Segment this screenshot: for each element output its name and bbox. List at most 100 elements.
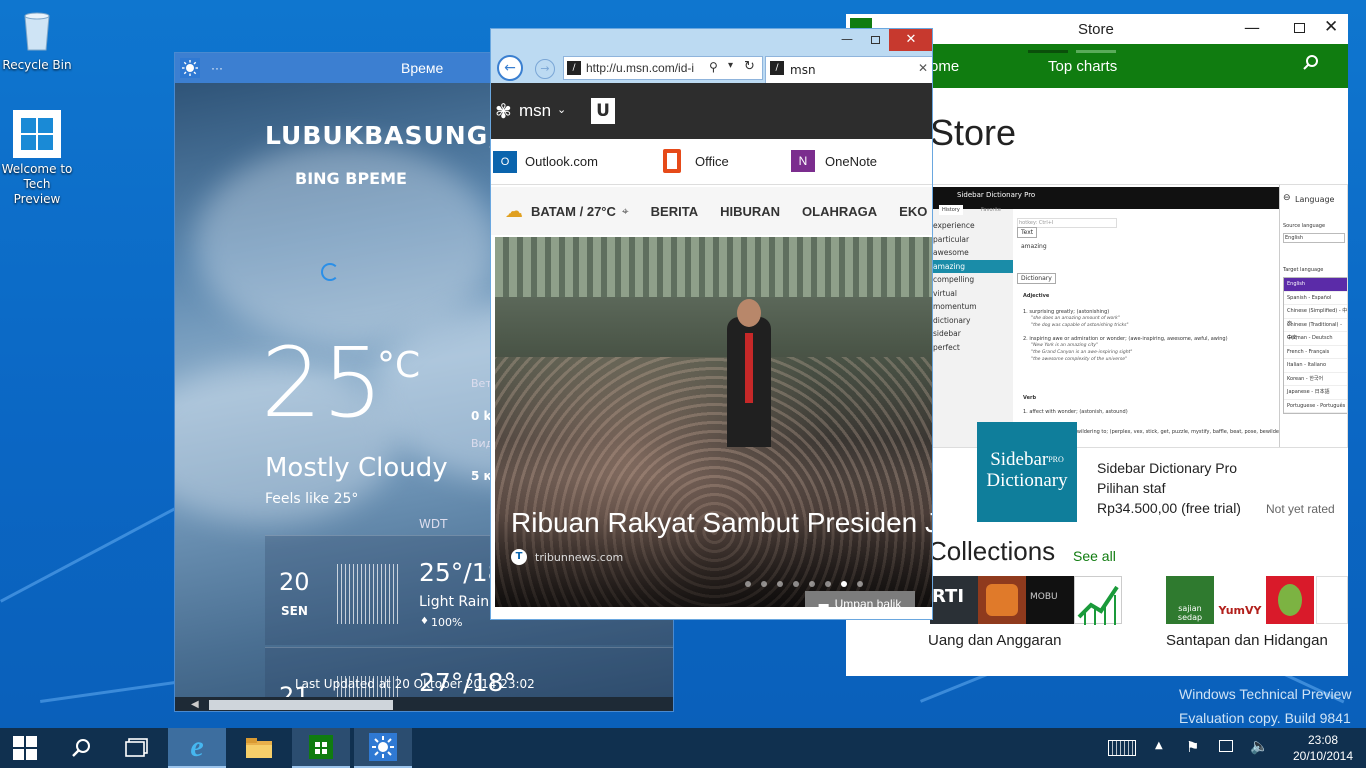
browser-toolbar: ← → / http://u.msn.com/id-i ⚲ ▾ ↻ / msn … [491, 53, 932, 83]
carousel-dot[interactable] [777, 581, 783, 587]
avocado-icon[interactable] [1266, 576, 1314, 624]
screenshot-verb: Verb [1023, 395, 1037, 401]
carousel-dot[interactable] [825, 581, 831, 587]
chart-icon[interactable] [1074, 576, 1122, 625]
task-view-button[interactable] [108, 728, 166, 768]
taskbar-explorer-button[interactable] [230, 728, 288, 768]
forward-button-icon[interactable]: → [535, 59, 555, 79]
feels-like: Feels like 25° [265, 491, 359, 507]
taskbar-weather-button[interactable] [354, 728, 412, 768]
browser-tab[interactable]: / msn ✕ [765, 56, 932, 83]
source-language-value: English [1283, 233, 1345, 243]
browser-window[interactable]: — ✕ ← → / http://u.msn.com/id-i ⚲ ▾ ↻ / … [490, 28, 933, 620]
forecast-weekday: SEN [281, 604, 308, 618]
feedback-button[interactable]: ▬ Umpan balik [805, 591, 915, 607]
tile-label: sajian sedap [1177, 604, 1203, 622]
quick-link-outlook[interactable]: Outlook.com [525, 154, 598, 169]
search-button[interactable] [52, 728, 110, 768]
wallet-icon[interactable] [978, 576, 1026, 624]
dropdown-icon[interactable]: ▾ [728, 60, 733, 71]
screenshot-word-item: momentum [933, 302, 977, 311]
timezone-label: WDT [419, 517, 448, 531]
nav-hiburan[interactable]: HIBURAN [720, 204, 780, 219]
msn-brand[interactable]: msn [519, 101, 551, 121]
collection-label[interactable]: Uang dan Anggaran [928, 632, 1061, 649]
taskbar-store-button[interactable] [292, 728, 350, 768]
carousel-dot[interactable] [793, 581, 799, 587]
network-icon[interactable] [1219, 740, 1233, 752]
carousel-dot[interactable] [761, 581, 767, 587]
tile-label: RTI [932, 586, 965, 607]
app-tile[interactable]: sajian sedap [1166, 576, 1214, 624]
tab-close-icon[interactable]: ✕ [918, 61, 928, 75]
screenshot-word-item: amazing [931, 259, 1013, 273]
forecast-desc: Light Rain [419, 594, 490, 610]
current-temperature: 25 [261, 327, 384, 439]
nav-olahraga[interactable]: OLAHRAGA [802, 204, 877, 219]
watermark-line-1: Windows Technical Preview [1179, 686, 1352, 702]
app-tile[interactable] [1316, 576, 1348, 624]
app-screenshot[interactable]: Sidebar Dictionary Pro History Favorite … [930, 184, 1348, 448]
nav-ekonomi[interactable]: EKO [899, 204, 927, 219]
carousel-dot[interactable] [809, 581, 815, 587]
logo-text: Sidebar [990, 449, 1049, 470]
app-tile[interactable]: MOBU [1026, 576, 1074, 624]
back-button-icon[interactable]: ← [497, 55, 523, 81]
nav-top-charts[interactable]: Top charts [1048, 58, 1117, 75]
start-button[interactable] [0, 728, 50, 768]
keyboard-icon[interactable] [1108, 740, 1136, 756]
app-tile[interactable]: YumVY [1216, 576, 1264, 624]
scroll-left-icon[interactable]: ◀ [191, 699, 199, 710]
url-text[interactable]: http://u.msn.com/id-i [586, 61, 694, 75]
scrollbar-thumb[interactable] [209, 700, 393, 710]
msn-header: ✾ msn ⌄ U [491, 83, 932, 139]
address-bar[interactable]: / http://u.msn.com/id-i ⚲ ▾ ↻ [563, 56, 763, 80]
chevron-down-icon[interactable]: ⌄ [557, 103, 566, 116]
location-pin-icon[interactable]: ⌖ [622, 204, 629, 219]
minimize-icon[interactable]: — [841, 32, 853, 46]
maximize-icon[interactable] [1294, 23, 1305, 33]
close-icon[interactable]: ✕ [1324, 17, 1338, 37]
recycle-bin-shortcut[interactable]: Recycle Bin [0, 6, 74, 73]
welcome-shortcut[interactable]: Welcome to Tech Preview [0, 110, 74, 207]
msn-butterfly-icon[interactable]: ✾ [495, 99, 512, 123]
search-icon [72, 739, 90, 757]
msn-favicon-icon: / [567, 61, 581, 75]
featured-app-logo[interactable]: SidebarPRO Dictionary [977, 422, 1077, 522]
carousel-dot[interactable] [841, 581, 847, 587]
search-icon[interactable]: ⚲ [709, 60, 718, 74]
maximize-icon[interactable] [871, 36, 880, 44]
quick-link-onenote[interactable]: OneNote [825, 154, 877, 169]
app-tile[interactable]: RTI [930, 576, 978, 624]
featured-app-name[interactable]: Sidebar Dictionary Pro [1097, 460, 1237, 476]
browser-titlebar[interactable]: — ✕ [491, 29, 932, 53]
carousel-dot[interactable] [745, 581, 751, 587]
nav-home[interactable]: ome [930, 58, 959, 75]
refresh-icon[interactable]: ↻ [744, 59, 755, 74]
taskbar-ie-button[interactable]: e [168, 728, 226, 768]
onenote-icon: N [791, 150, 815, 172]
volume-icon[interactable]: 🔈 [1250, 737, 1269, 755]
carousel-dot[interactable] [857, 581, 863, 587]
weather-location-link[interactable]: BATAM / 27°C [531, 204, 616, 219]
windows-logo-icon [13, 110, 61, 158]
search-icon[interactable] [1302, 54, 1320, 76]
quick-link-office[interactable]: Office [695, 154, 729, 169]
screenshot-example: "the awesome complexity of the universe" [1031, 357, 1128, 362]
hero-headline[interactable]: Ribuan Rakyat Sambut Presiden Jo [511, 507, 932, 539]
action-center-flag-icon[interactable]: ⚑ [1186, 738, 1199, 756]
show-hidden-icons-icon[interactable]: ▲ [1155, 740, 1163, 751]
nav-berita[interactable]: BERITA [651, 204, 698, 219]
minimize-icon[interactable]: — [1244, 18, 1260, 37]
screenshot-word-item: compelling [933, 275, 975, 284]
tribun-logo-icon: T [511, 549, 527, 565]
close-button[interactable]: ✕ [889, 29, 932, 51]
user-tile-icon[interactable]: U [591, 98, 615, 124]
horizontal-scrollbar[interactable]: ◀ [175, 697, 673, 711]
weather-menu-button[interactable]: ··· [211, 61, 223, 75]
clock[interactable]: 23:08 20/10/2014 [1280, 732, 1366, 764]
hero-story[interactable]: Ribuan Rakyat Sambut Presiden Jo T tribu… [495, 237, 932, 607]
see-all-link[interactable]: See all [1073, 548, 1116, 564]
collection-label[interactable]: Santapan dan Hidangan [1166, 632, 1328, 649]
partly-cloudy-icon: ☁ [505, 200, 523, 222]
